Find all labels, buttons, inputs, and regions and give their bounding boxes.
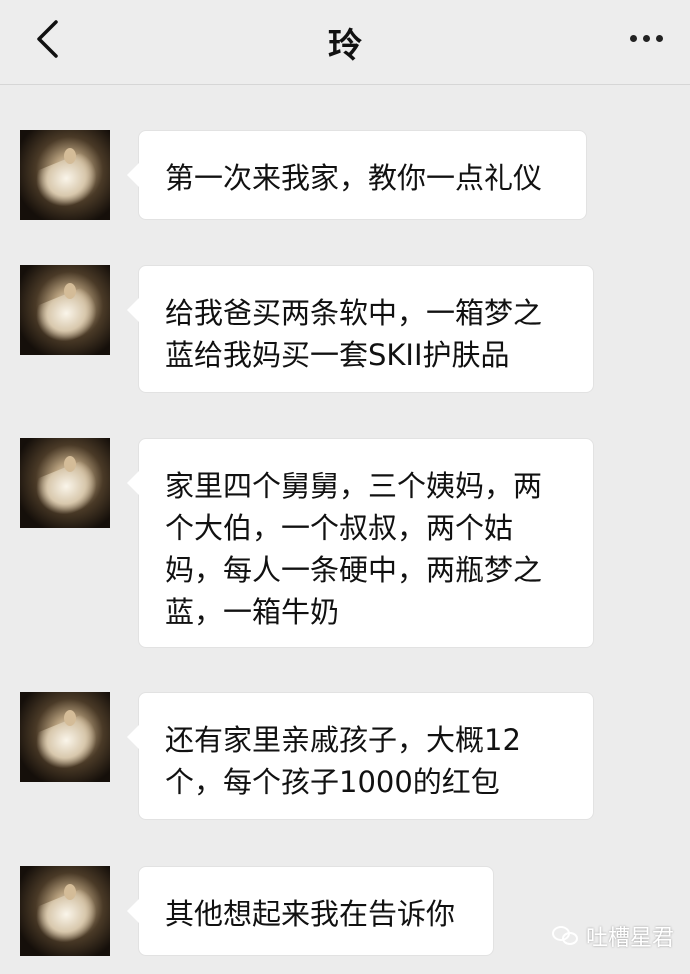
message-text: 还有家里亲戚孩子，大概12个，每个孩子1000的红包 [165,723,521,799]
more-dot [629,34,637,42]
message-bubble[interactable]: 第一次来我家，教你一点礼仪 [127,130,587,220]
message-text: 第一次来我家，教你一点礼仪 [165,161,543,195]
avatar[interactable] [20,265,110,355]
chat-title: 玲 [328,26,362,66]
message-bubble[interactable]: 还有家里亲戚孩子，大概12个，每个孩子1000的红包 [127,692,594,820]
message-bubble[interactable]: 家里四个舅舅，三个姨妈，两个大伯，一个叔叔，两个姑妈，每人一条硬中，两瓶梦之蓝，… [127,438,594,648]
chat-header: 玲 [0,0,690,85]
watermark: 吐槽星君 [551,920,674,952]
message-text: 其他想起来我在告诉你 [165,897,456,931]
avatar[interactable] [20,866,110,956]
more-dot [642,34,650,42]
wechat-icon [551,924,580,948]
more-button[interactable] [616,18,676,58]
avatar[interactable] [20,130,110,220]
message-bubble[interactable]: 给我爸买两条软中，一箱梦之蓝给我妈买一套SKII护肤品 [127,265,594,393]
message-text: 家里四个舅舅，三个姨妈，两个大伯，一个叔叔，两个姑妈，每人一条硬中，两瓶梦之蓝，… [165,469,543,629]
message-bubble[interactable]: 其他想起来我在告诉你 [127,866,494,956]
watermark-text: 吐槽星君 [585,926,674,951]
avatar[interactable] [20,692,110,782]
more-dot [655,34,663,42]
avatar[interactable] [20,438,110,528]
message-text: 给我爸买两条软中，一箱梦之蓝给我妈买一套SKII护肤品 [165,296,543,372]
